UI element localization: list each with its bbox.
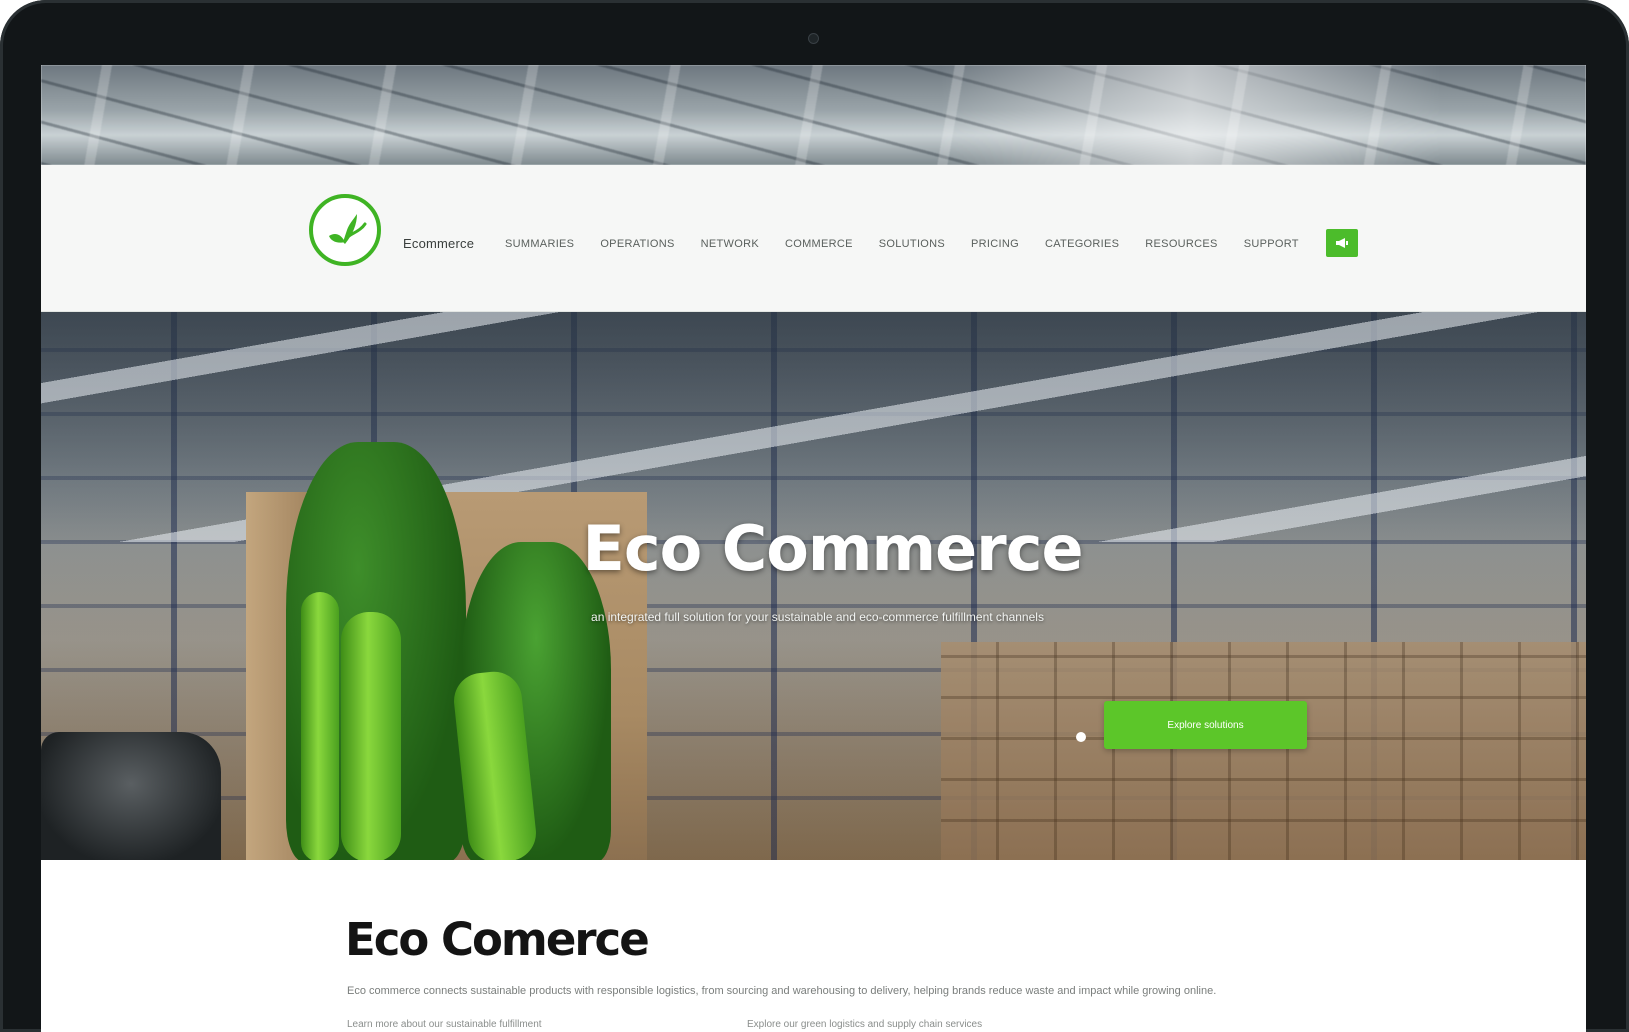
nav-item-categories[interactable]: CATEGORIES	[1045, 238, 1119, 250]
brand-name[interactable]: Ecommerce	[403, 236, 474, 251]
nav-item-summaries[interactable]: SUMMARIES	[505, 238, 574, 250]
carousel-dot[interactable]	[1076, 732, 1086, 742]
nav-item-pricing[interactable]: PRICING	[971, 238, 1019, 250]
nav-item-solutions[interactable]: SOLUTIONS	[879, 238, 945, 250]
logo[interactable]	[309, 194, 381, 266]
nav-item-operations[interactable]: OPERATIONS	[600, 238, 674, 250]
browser-screen: Ecommerce SUMMARIES OPERATIONS NETWORK C…	[41, 65, 1586, 1032]
warehouse-boxes	[941, 642, 1586, 860]
hero-title: Eco Commerce	[582, 512, 1083, 585]
intro-section: Eco Comerce Eco commerce connects sustai…	[41, 861, 1586, 1032]
hero-subtitle: an integrated full solution for your sus…	[591, 610, 1044, 624]
camera-dot	[809, 34, 818, 43]
hero-top-image-strip	[41, 65, 1586, 165]
cucumber	[341, 612, 401, 860]
nav-item-support[interactable]: SUPPORT	[1244, 238, 1299, 250]
section-body: Eco commerce connects sustainable produc…	[347, 985, 1217, 997]
produce-bag	[41, 732, 221, 860]
hero-cta-button[interactable]: Explore solutions	[1104, 701, 1307, 749]
megaphone-icon	[1336, 238, 1348, 248]
section-col-right: Explore our green logistics and supply c…	[747, 1019, 983, 1030]
nav-item-commerce[interactable]: COMMERCE	[785, 238, 853, 250]
main-nav: SUMMARIES OPERATIONS NETWORK COMMERCE SO…	[505, 238, 1299, 250]
header-action-button[interactable]	[1326, 229, 1358, 257]
section-title: Eco Comerce	[345, 913, 650, 966]
hero-section: Eco Commerce an integrated full solution…	[41, 312, 1586, 860]
site-header: Ecommerce SUMMARIES OPERATIONS NETWORK C…	[41, 165, 1586, 312]
section-col-left: Learn more about our sustainable fulfill…	[347, 1019, 542, 1030]
cucumber	[301, 592, 339, 860]
nav-item-resources[interactable]: RESOURCES	[1145, 238, 1217, 250]
laptop-frame: Ecommerce SUMMARIES OPERATIONS NETWORK C…	[0, 0, 1629, 1032]
leaf-check-icon	[329, 214, 367, 244]
nav-item-network[interactable]: NETWORK	[701, 238, 759, 250]
